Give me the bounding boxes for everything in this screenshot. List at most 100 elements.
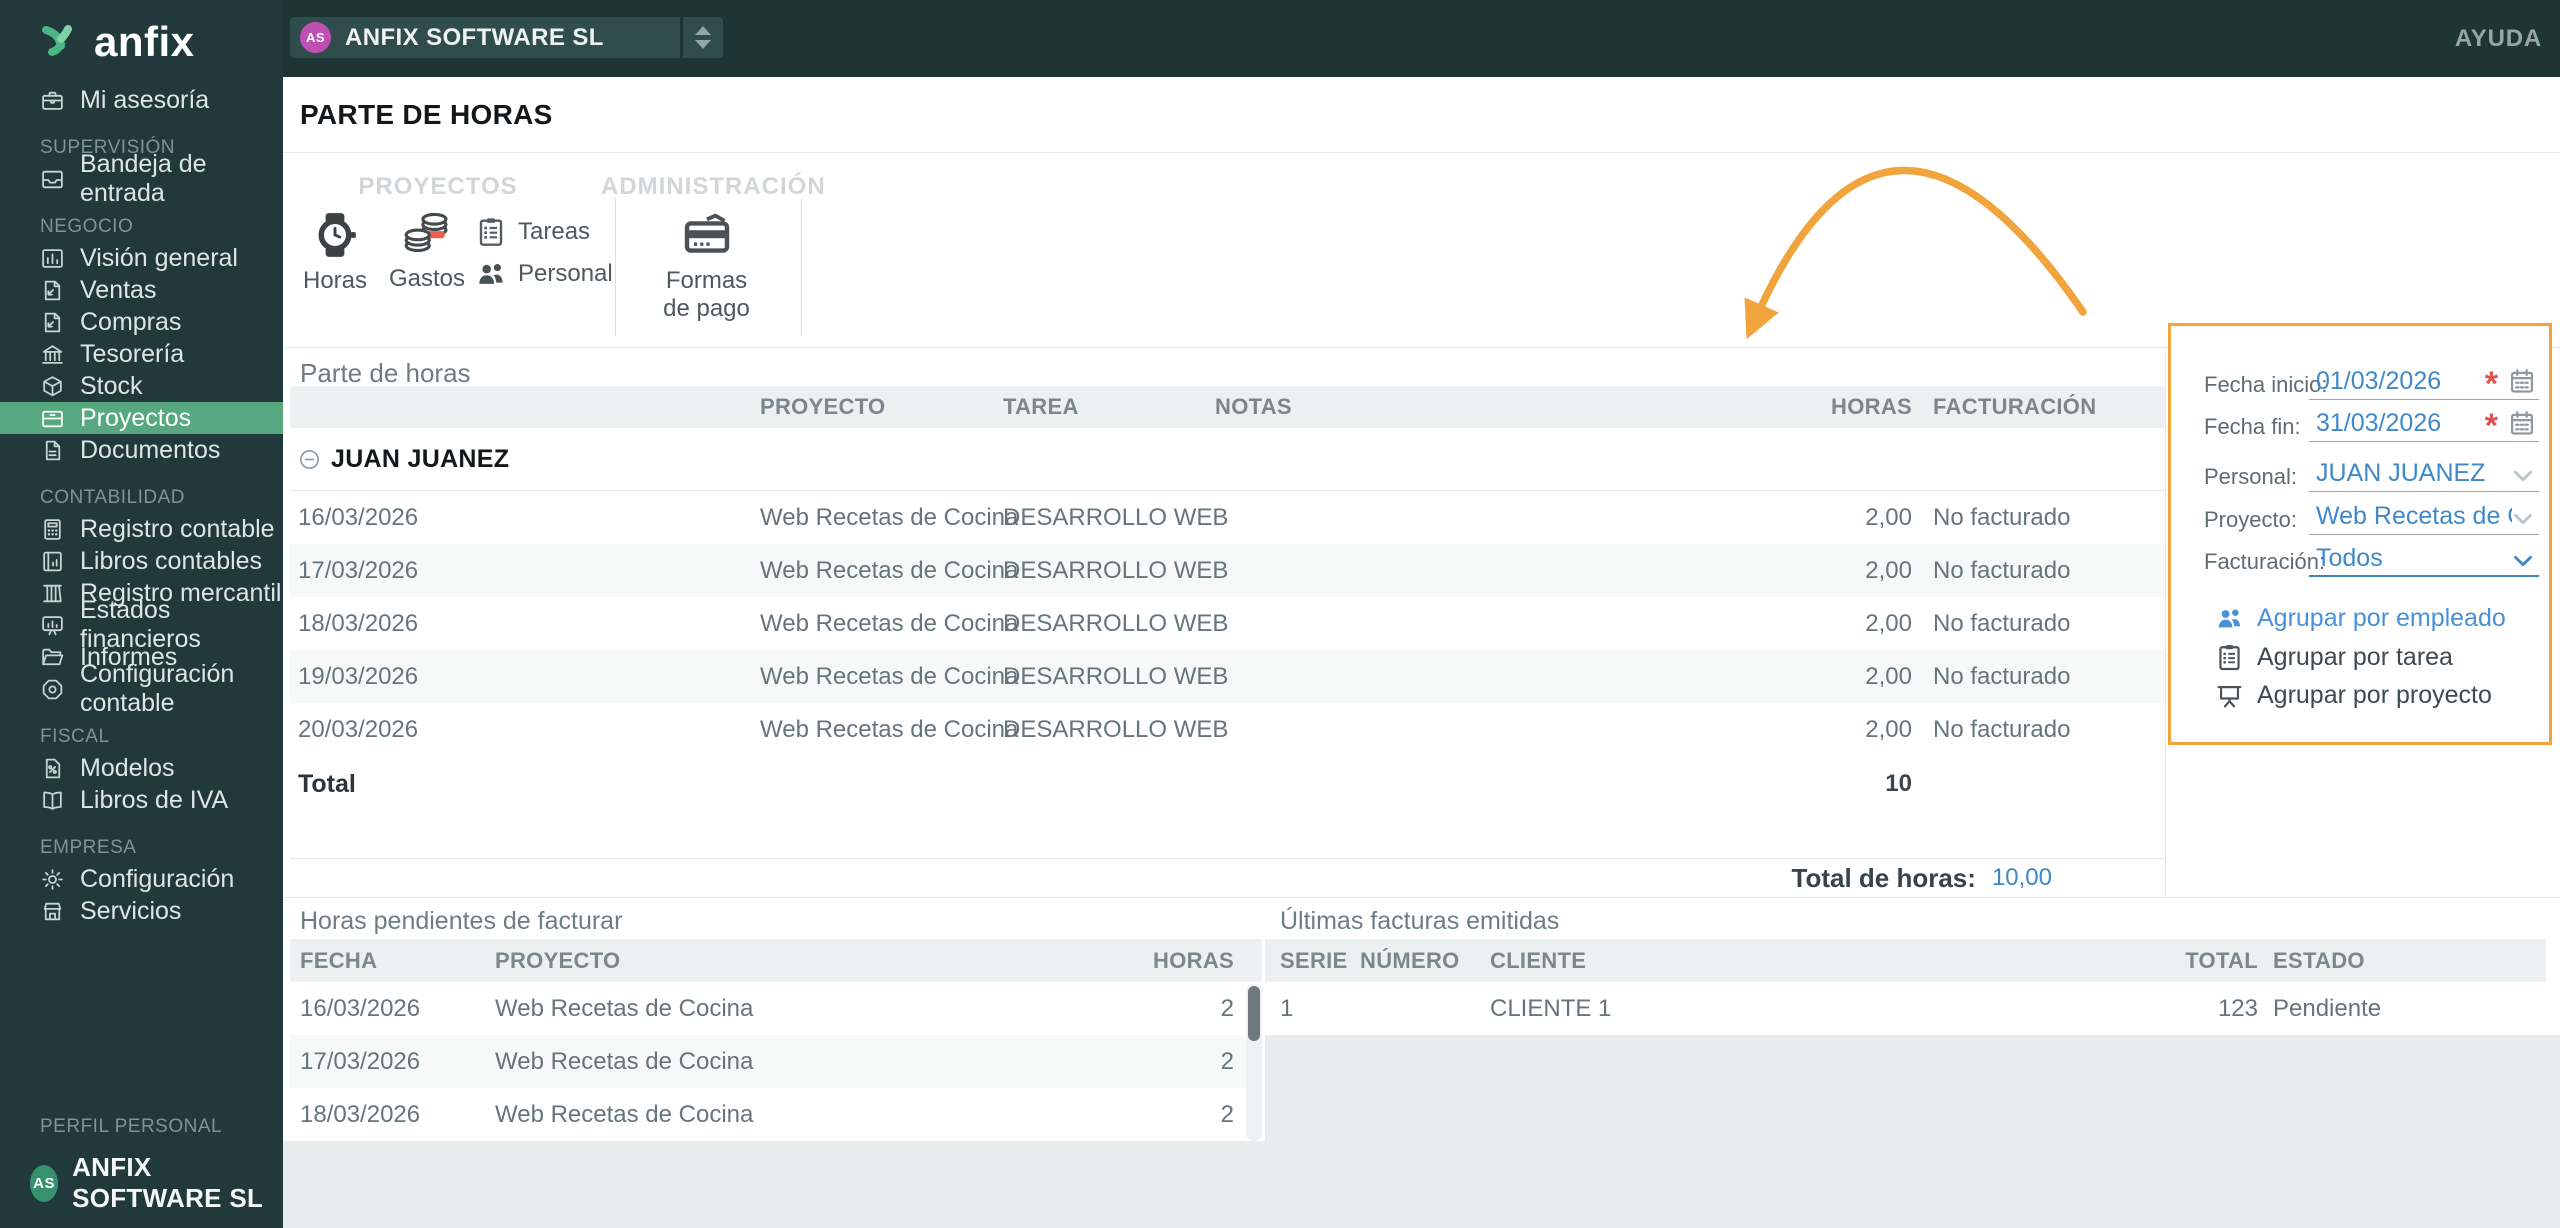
group-by-task-option[interactable]: Agrupar por tarea: [2215, 639, 2453, 675]
timesheet-rows: 16/03/2026 Web Recetas de Cocina DESARRO…: [290, 491, 2165, 756]
column-header-cliente: CLIENTE: [1490, 948, 1587, 973]
facturacion-select[interactable]: Todos: [2316, 544, 2383, 573]
ribbon-group-administracion: ADMINISTRACIÓN: [601, 173, 826, 200]
sidebar-item-tesoreria[interactable]: Tesorería: [0, 338, 283, 370]
cell-hours: 2,00: [1865, 663, 1912, 690]
folder-icon: [40, 645, 65, 670]
ribbon-divider: [615, 198, 616, 336]
field-underline: [2309, 534, 2539, 535]
required-marker: *: [2484, 365, 2498, 403]
cell-date: 18/03/2026: [298, 610, 419, 637]
proyecto-select[interactable]: Web Recetas de Cocina: [2316, 502, 2512, 531]
ribbon-button-horas[interactable]: Horas: [295, 210, 375, 295]
table-row[interactable]: 18/03/2026 Web Recetas de Cocina DESARRO…: [290, 597, 2165, 650]
ribbon-toolbar: PROYECTOS ADMINISTRACIÓN Horas Gastos Ta…: [283, 153, 2560, 348]
cell-hours: 2,00: [1865, 610, 1912, 637]
table-row[interactable]: 17/03/2026 Web Recetas de Cocina 2: [290, 1035, 1262, 1088]
collapse-group-icon[interactable]: [298, 448, 321, 471]
table-row[interactable]: 20/03/2026 Web Recetas de Cocina DESARRO…: [290, 703, 2165, 756]
cell-project: Web Recetas de Cocina: [760, 610, 1019, 637]
cell-task: DESARROLLO WEB: [1003, 504, 1229, 531]
sidebar-item-label: Compras: [80, 307, 182, 336]
ribbon-button-tareas[interactable]: Tareas: [475, 213, 590, 251]
cell-date: 18/03/2026: [300, 1101, 421, 1128]
table-row[interactable]: 18/03/2026 Web Recetas de Cocina 2: [290, 1088, 1262, 1141]
ledger-icon: [40, 549, 65, 574]
sidebar-item-documentos[interactable]: Documentos: [0, 434, 283, 466]
cell-billing: No facturado: [1933, 610, 2071, 637]
people-icon: [2215, 604, 2244, 633]
column-header-tarea: TAREA: [1003, 394, 1079, 419]
clipboard-icon: [475, 216, 507, 248]
document-percent-icon: [40, 756, 65, 781]
required-marker: *: [2484, 407, 2498, 445]
table-row[interactable]: 16/03/2026 Web Recetas de Cocina DESARRO…: [290, 491, 2165, 544]
sidebar-item-label: Visión general: [80, 243, 238, 272]
sidebar-item-bandeja-de-entrada[interactable]: Bandeja de entrada: [0, 150, 283, 207]
sidebar-item-label: Configuración: [80, 864, 235, 893]
fecha-fin-input[interactable]: 31/03/2026: [2316, 409, 2441, 438]
cell-billing: No facturado: [1933, 716, 2071, 743]
sidebar-profile: PERFIL PERSONAL AS ANFIX SOFTWARE SL: [0, 1112, 283, 1214]
sidebar-item-servicios[interactable]: Servicios: [0, 895, 283, 927]
pending-hours-title: Horas pendientes de facturar: [300, 907, 623, 935]
scrollbar-track[interactable]: [1246, 984, 1262, 1141]
ribbon-button-gastos[interactable]: Gastos: [381, 208, 473, 293]
sidebar-item-estados-financieros[interactable]: Estados financieros: [0, 596, 283, 653]
sidebar-item-label: Bandeja de entrada: [80, 150, 207, 207]
presentation-icon: [2215, 681, 2244, 710]
table-row[interactable]: 19/03/2026 Web Recetas de Cocina DESARRO…: [290, 650, 2165, 703]
ribbon-button-formas-de-pago[interactable]: Formas de pago: [649, 210, 764, 323]
sidebar-item-libros-contables[interactable]: Libros contables: [0, 545, 283, 577]
ribbon-button-personal[interactable]: Personal: [475, 255, 613, 293]
calendar-icon[interactable]: [2508, 367, 2536, 395]
sidebar-item-compras[interactable]: Compras: [0, 306, 283, 338]
chevron-down-icon[interactable]: [2510, 548, 2536, 574]
table-row[interactable]: 17/03/2026 Web Recetas de Cocina DESARRO…: [290, 544, 2165, 597]
scrollbar-thumb[interactable]: [1248, 986, 1260, 1041]
sidebar-item-libros-de-iva[interactable]: Libros de IVA: [0, 784, 283, 816]
fecha-inicio-input[interactable]: 01/03/2026: [2316, 367, 2441, 396]
timesheet-section-title: Parte de horas: [300, 358, 471, 388]
document-icon: [40, 438, 65, 463]
sidebar-item-modelos[interactable]: Modelos: [0, 752, 283, 784]
sidebar-item-vision-general[interactable]: Visión general: [0, 242, 283, 274]
table-row[interactable]: 1 CLIENTE 1 123 Pendiente: [1265, 982, 2546, 1035]
personal-select[interactable]: JUAN JUANEZ: [2316, 459, 2485, 488]
company-selector-main[interactable]: AS ANFIX SOFTWARE SL: [290, 17, 680, 58]
sidebar-item-configuracion-contable[interactable]: Configuración contable: [0, 660, 283, 717]
pending-hours-header: FECHA PROYECTO HORAS: [290, 939, 1262, 982]
timesheet-total-row: Total 10: [290, 756, 2165, 812]
column-header-facturacion: FACTURACIÓN: [1933, 394, 2097, 419]
sidebar-item-label: Mi asesoría: [80, 85, 210, 114]
cell-task: DESARROLLO WEB: [1003, 557, 1229, 584]
profile-company[interactable]: AS ANFIX SOFTWARE SL: [0, 1152, 283, 1214]
sidebar-item-configuracion[interactable]: Configuración: [0, 863, 283, 895]
chevron-down-icon[interactable]: [2510, 463, 2536, 489]
chevron-down-icon[interactable]: [2510, 506, 2536, 532]
cell-task: DESARROLLO WEB: [1003, 610, 1229, 637]
cell-project: Web Recetas de Cocina: [495, 1101, 754, 1128]
bar-chart-icon: [40, 246, 65, 271]
anfix-logo[interactable]: anfix: [0, 0, 283, 84]
ribbon-button-label: Personal: [518, 260, 613, 287]
sidebar-item-mi-asesoria[interactable]: Mi asesoría: [0, 84, 283, 116]
filter-panel: Fecha inicio: 01/03/2026 * Fecha fin: 31…: [2168, 323, 2552, 745]
group-option-label: Agrupar por proyecto: [2257, 680, 2492, 709]
sidebar-item-proyectos[interactable]: Proyectos: [0, 402, 283, 434]
table-row[interactable]: 16/03/2026 Web Recetas de Cocina 2: [290, 982, 1262, 1035]
company-selector[interactable]: AS ANFIX SOFTWARE SL: [290, 17, 723, 58]
group-by-employee-option[interactable]: Agrupar por empleado: [2215, 600, 2506, 636]
help-button[interactable]: AYUDA: [2455, 0, 2542, 77]
cell-project: Web Recetas de Cocina: [495, 1048, 754, 1075]
cell-project: Web Recetas de Cocina: [495, 995, 754, 1022]
calendar-icon[interactable]: [2508, 409, 2536, 437]
sidebar-item-stock[interactable]: Stock: [0, 370, 283, 402]
clipboard-icon: [2215, 643, 2244, 672]
drawer-icon: [40, 406, 65, 431]
sidebar-item-registro-contable[interactable]: Registro contable: [0, 513, 283, 545]
cell-billing: No facturado: [1933, 504, 2071, 531]
group-by-project-option[interactable]: Agrupar por proyecto: [2215, 677, 2492, 713]
company-selector-spinner[interactable]: [683, 17, 723, 58]
sidebar-item-ventas[interactable]: Ventas: [0, 274, 283, 306]
